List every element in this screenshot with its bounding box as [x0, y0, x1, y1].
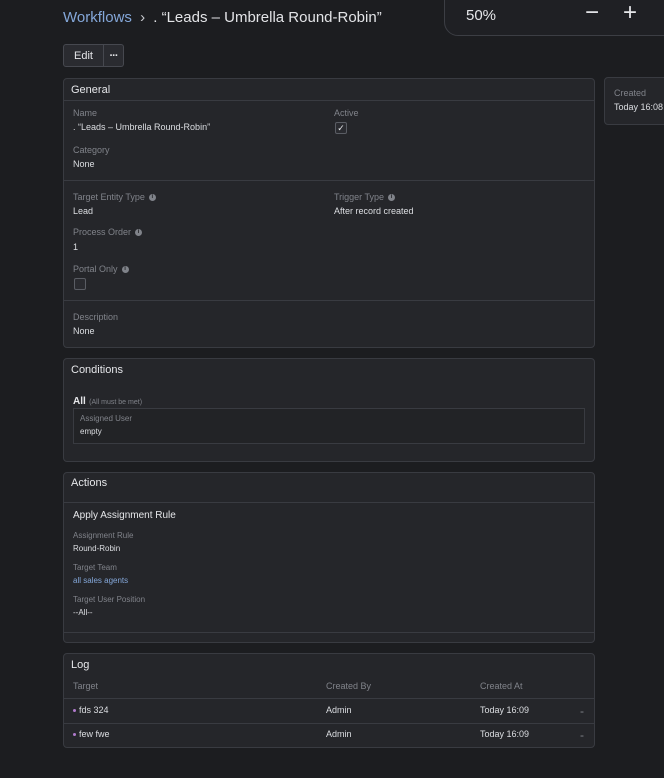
page-title: . “Leads – Umbrella Round-Robin”	[153, 9, 382, 26]
info-icon[interactable]: i	[121, 265, 129, 273]
assignment-rule-label: Assignment Rule	[73, 531, 134, 540]
target-team-label: Target Team	[73, 563, 117, 572]
row-menu-button[interactable]: -	[580, 704, 584, 718]
created-label: Created	[614, 88, 647, 98]
log-created-by: Admin	[326, 705, 352, 715]
column-header-created-by[interactable]: Created By	[326, 681, 371, 691]
section-divider	[64, 632, 594, 633]
trigger-type-value: After record created	[334, 206, 414, 216]
category-value: None	[73, 159, 95, 169]
actions-panel-title: Actions	[64, 473, 594, 503]
general-panel-title: General	[64, 79, 594, 101]
trigger-type-label: Trigger Type i	[334, 192, 396, 202]
name-value: . “Leads – Umbrella Round-Robin”	[73, 122, 211, 132]
category-label: Category	[73, 145, 110, 155]
action-title: Apply Assignment Rule	[73, 510, 176, 521]
actions-panel: Actions Apply Assignment Rule Assignment…	[63, 472, 595, 643]
log-target[interactable]: fds 324	[73, 705, 109, 715]
condition-group-label: All	[73, 396, 86, 407]
description-value: None	[73, 326, 95, 336]
target-entity-label-text: Target Entity Type	[73, 192, 145, 202]
table-row: few fwe Admin Today 16:09 -	[64, 724, 594, 747]
target-entity-label: Target Entity Type i	[73, 192, 156, 202]
more-actions-button[interactable]: ···	[104, 44, 124, 67]
assignment-rule-value: Round-Robin	[73, 544, 121, 553]
conditions-panel: Conditions All (All must be met) Assigne…	[63, 358, 595, 462]
name-label: Name	[73, 108, 98, 118]
column-header-target[interactable]: Target	[73, 681, 98, 691]
log-created-at: Today 16:09	[480, 729, 530, 739]
table-row: fds 324 Admin Today 16:09 -	[64, 699, 594, 723]
log-created-at: Today 16:09	[480, 705, 530, 715]
target-position-value: --All--	[73, 608, 93, 617]
record-dot-icon	[73, 709, 76, 713]
condition-group: All (All must be met)	[73, 393, 142, 407]
condition-item[interactable]: Assigned User empty	[73, 408, 585, 444]
description-label: Description	[73, 312, 119, 322]
process-order-value: 1	[73, 242, 79, 252]
general-panel: General Name . “Leads – Umbrella Round-R…	[63, 78, 595, 348]
target-team-link[interactable]: all sales agents	[73, 576, 128, 585]
process-order-label-text: Process Order	[73, 227, 132, 237]
breadcrumb-separator: ›	[140, 9, 146, 26]
condition-field-label: Assigned User	[80, 414, 133, 423]
conditions-panel-title: Conditions	[71, 364, 123, 376]
section-divider	[64, 300, 594, 301]
active-label: Active	[334, 108, 359, 118]
breadcrumb: Workflows › . “Leads – Umbrella Round-Ro…	[63, 9, 382, 26]
info-icon[interactable]: i	[135, 228, 143, 236]
target-entity-value: Lead	[73, 206, 94, 216]
zoom-level: 50%	[466, 7, 497, 24]
target-position-label: Target User Position	[73, 595, 146, 604]
log-target-text: fds 324	[79, 705, 109, 715]
process-order-label: Process Order i	[73, 227, 143, 237]
zoom-in-button[interactable]: +	[623, 1, 637, 25]
portal-only-checkbox[interactable]	[74, 278, 86, 290]
active-checkbox[interactable]: ✓	[335, 122, 347, 134]
breadcrumb-workflows-link[interactable]: Workflows	[63, 9, 132, 26]
portal-only-label-text: Portal Only	[73, 264, 118, 274]
edit-button[interactable]: Edit	[63, 44, 104, 67]
section-divider	[64, 180, 594, 181]
portal-only-label: Portal Only i	[73, 264, 129, 274]
zoom-popover: 50% − +	[444, 0, 664, 36]
created-value: Today 16:08	[614, 102, 664, 112]
log-panel: Log Target Created By Created At fds 324…	[63, 653, 595, 748]
record-dot-icon	[73, 733, 76, 737]
side-info-card: Created Today 16:08	[604, 77, 664, 125]
log-target[interactable]: few fwe	[73, 729, 110, 739]
zoom-out-button[interactable]: −	[585, 1, 599, 25]
column-header-created-at[interactable]: Created At	[480, 681, 523, 691]
log-panel-title: Log	[71, 659, 90, 671]
info-icon[interactable]: i	[388, 193, 396, 201]
condition-group-hint: (All must be met)	[89, 399, 143, 406]
info-icon[interactable]: i	[148, 193, 156, 201]
condition-field-value: empty	[80, 427, 102, 436]
log-created-by: Admin	[326, 729, 352, 739]
record-toolbar: Edit ···	[63, 44, 124, 67]
log-target-text: few fwe	[79, 729, 110, 739]
row-menu-button[interactable]: -	[580, 728, 584, 742]
trigger-type-label-text: Trigger Type	[334, 192, 385, 202]
